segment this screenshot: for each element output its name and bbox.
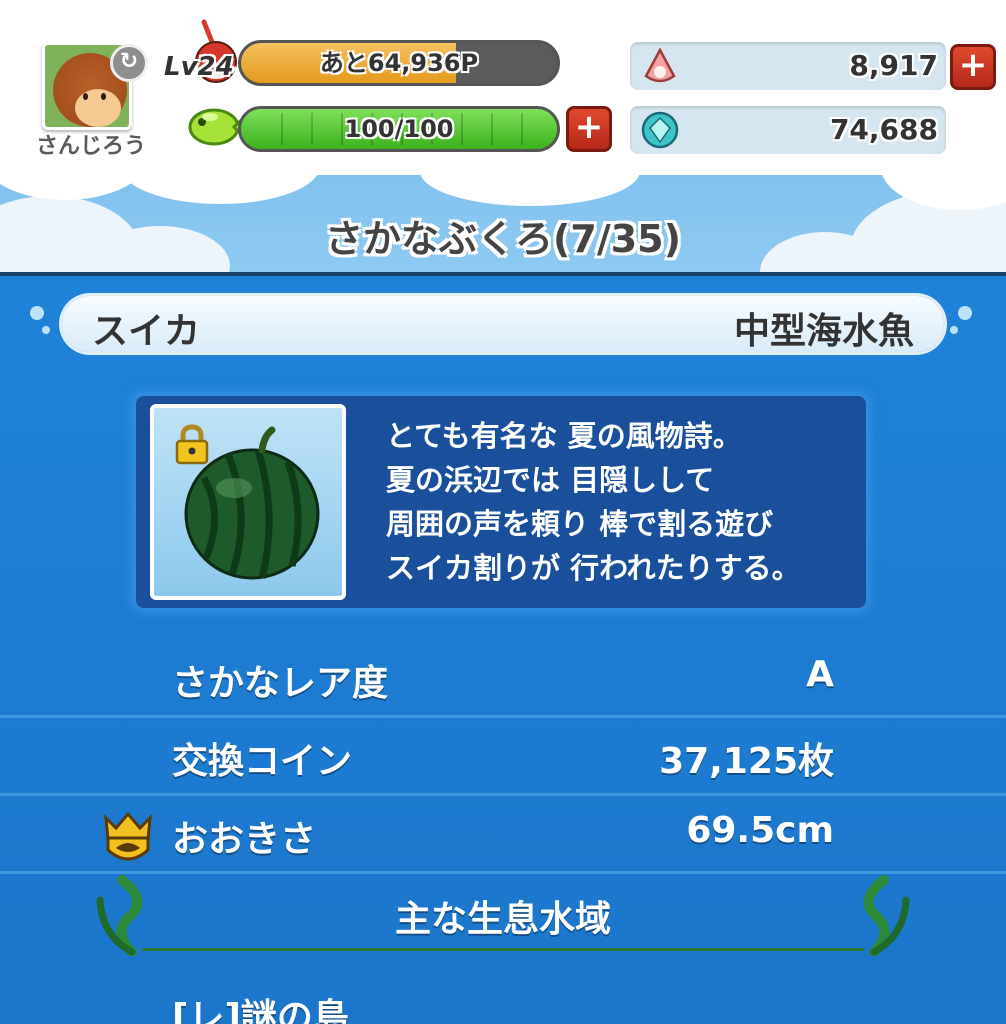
fish-image-card[interactable]	[150, 404, 346, 600]
seaweed-icon	[863, 875, 910, 956]
size-label: おおきさ	[172, 819, 317, 860]
fish-name-bar: スイカ 中型海水魚	[62, 296, 944, 352]
stat-row-size: おおきさ 69.5cm	[0, 796, 1006, 874]
add-stamina-button[interactable]: +	[566, 106, 612, 152]
player-name: さんじろう	[35, 134, 146, 159]
coins-label: 交換コイン	[172, 741, 353, 782]
habitat-item[interactable]: [レ]謎の島	[172, 988, 349, 1024]
pearl-count: 8,917	[849, 49, 938, 82]
fish-description: とても有名な 夏の風物詩。 夏の浜辺では 目隠しして 周囲の声を頼り 棒で割る遊…	[386, 419, 801, 585]
page-title: さかなぶくろ(7/35)	[325, 217, 681, 261]
fish-name: スイカ	[92, 311, 201, 352]
habitat-underline	[142, 948, 864, 951]
bubble-decoration	[950, 326, 958, 334]
level-label: Lv24	[164, 52, 234, 82]
stat-row-rarity: さかなレア度 A	[0, 640, 1006, 718]
swap-icon[interactable]: ↻	[110, 44, 148, 82]
stat-row-coins: 交換コイン 37,125枚	[0, 718, 1006, 796]
crown-fish-icon	[104, 811, 152, 861]
exp-remaining-text: あと64,936P	[319, 49, 479, 77]
gem-counter: 74,688	[630, 106, 946, 154]
stamina-text: 100/100	[344, 115, 454, 143]
fish-category: 中型海水魚	[733, 311, 914, 352]
bubble-decoration	[42, 326, 50, 334]
crystal-gem-icon	[641, 111, 679, 149]
fish-detail-panel: スイカ 中型海水魚 とても有名な 夏の風物詩。 夏の浜辺では 目隠しして 周囲の…	[0, 276, 1006, 1024]
coins-value: 37,125枚	[659, 741, 834, 782]
habitat-header: 主な生息水域	[92, 872, 914, 956]
description-panel: とても有名な 夏の風物詩。 夏の浜辺では 目隠しして 周囲の声を頼り 棒で割る遊…	[136, 396, 866, 608]
gem-count: 74,688	[829, 113, 938, 146]
add-pearls-button[interactable]: +	[950, 44, 996, 90]
stamina-bar: 100/100	[238, 106, 560, 152]
size-value: 69.5cm	[686, 810, 834, 851]
rarity-label: さかなレア度	[172, 663, 389, 704]
pearl-icon	[644, 47, 676, 83]
pearl-counter: 8,917	[630, 42, 946, 90]
rarity-value: A	[806, 654, 834, 695]
padlock-icon	[175, 424, 209, 465]
bubble-decoration	[958, 306, 972, 320]
exp-bar: あと64,936P	[238, 40, 560, 86]
habitat-heading: 主な生息水域	[394, 899, 611, 940]
bubble-decoration	[30, 306, 44, 320]
